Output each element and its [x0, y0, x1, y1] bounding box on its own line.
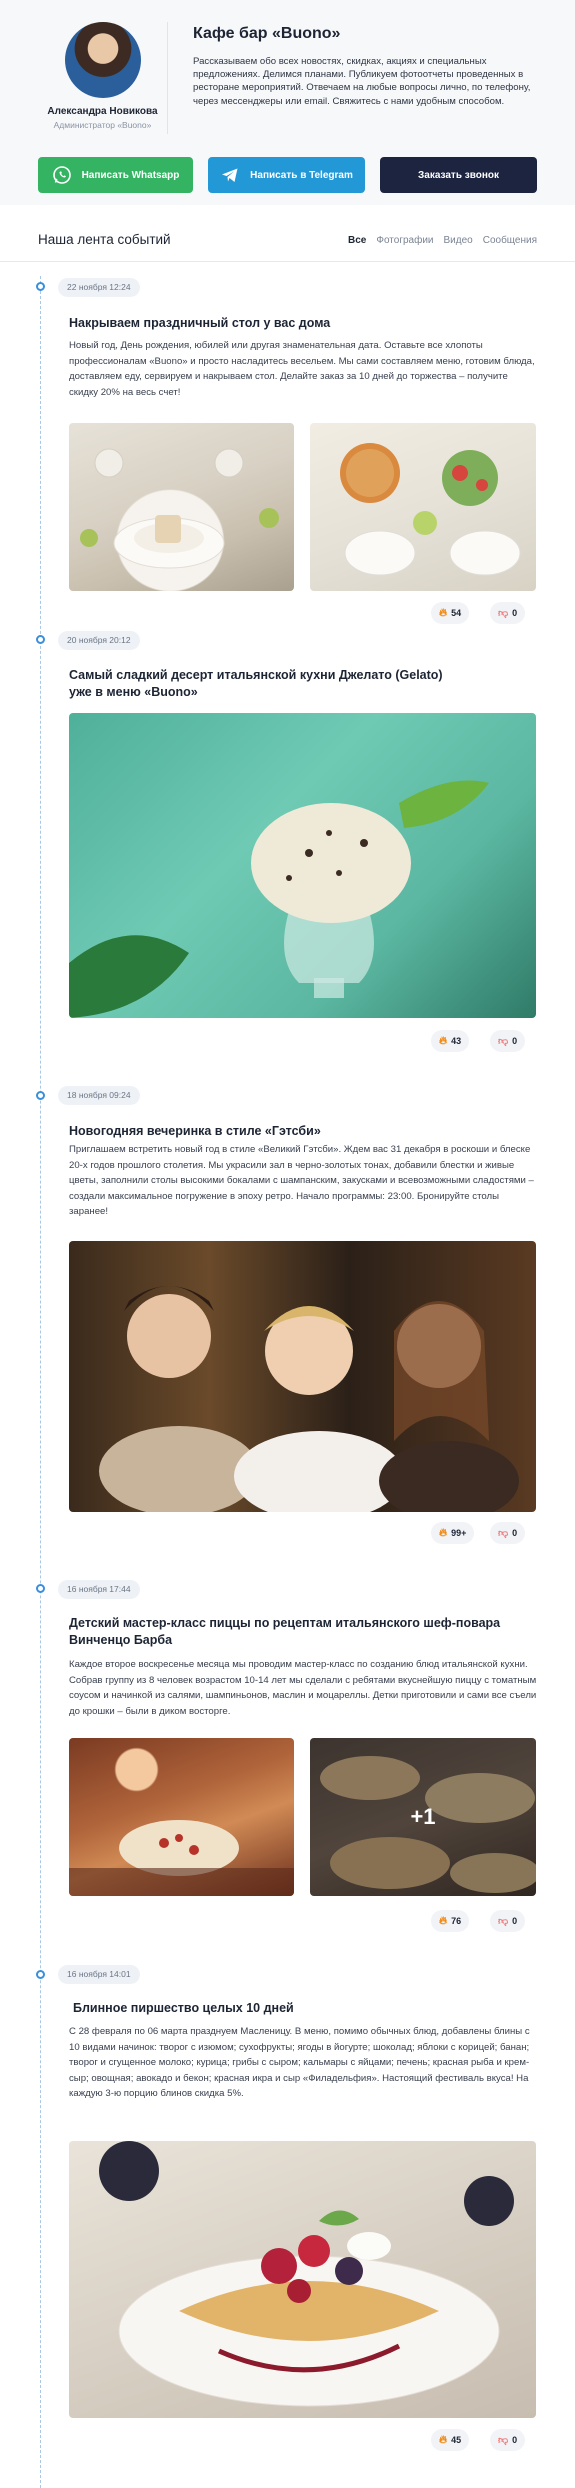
timeline-dot: [36, 635, 45, 644]
thumbs-down-icon: 👎︎: [498, 1036, 509, 1047]
like-button[interactable]: 🔥︎ 45: [431, 2429, 470, 2451]
post-title: Блинное пиршество целых 10 дней: [73, 2001, 294, 2015]
tab-photos[interactable]: Фотографии: [376, 235, 433, 246]
dislike-button[interactable]: 👎︎ 0: [490, 1910, 526, 1932]
fire-icon: 🔥︎: [439, 1914, 448, 1927]
like-button[interactable]: 🔥︎ 99+: [431, 1522, 475, 1544]
whatsapp-icon: [52, 165, 72, 185]
more-photos-overlay[interactable]: +1: [310, 1738, 536, 1896]
post-text: Приглашаем встретить новый год в стиле «…: [69, 1144, 534, 1218]
timeline-dot: [36, 282, 45, 291]
post-photo[interactable]: [69, 1241, 536, 1512]
call-button-label: Заказать звонок: [418, 169, 499, 181]
post-date: 16 ноября 17:44: [58, 1580, 140, 1599]
post-date: 16 ноября 14:01: [58, 1965, 140, 1984]
dislike-count: 0: [512, 1528, 518, 1538]
call-request-button[interactable]: Заказать звонок: [380, 157, 537, 193]
thumbs-down-icon: 👎︎: [498, 608, 509, 619]
whatsapp-button[interactable]: Написать Whatsapp: [38, 157, 193, 193]
like-count: 54: [451, 608, 462, 618]
feed-header: Наша лента событий Все Фотографии Видео …: [0, 222, 575, 262]
admin-profile: Александра Новикова Администратор «Buono…: [30, 22, 175, 130]
thumbs-down-icon: 👎︎: [498, 2435, 509, 2446]
post-date: 18 ноября 09:24: [58, 1086, 140, 1105]
company-info: Кафе бар «Buono» Рассказываем обо всех н…: [193, 25, 538, 108]
dislike-button[interactable]: 👎︎ 0: [490, 1030, 526, 1052]
timeline-dot: [36, 1970, 45, 1979]
tab-messages[interactable]: Сообщения: [483, 235, 537, 246]
telegram-button-label: Написать в Telegram: [250, 169, 353, 181]
whatsapp-button-label: Написать Whatsapp: [81, 169, 180, 181]
post-date: 20 ноября 20:12: [58, 631, 140, 650]
post-text: С 28 февраля по 06 марта празднуем Масле…: [69, 2026, 530, 2100]
post-title: Детский мастер-класс пиццы по рецептам и…: [69, 1616, 501, 1647]
post-photo[interactable]: [69, 713, 536, 1018]
post-text: Новый год, День рождения, юбилей или дру…: [69, 340, 535, 398]
post-photo[interactable]: [69, 423, 294, 591]
dislike-button[interactable]: 👎︎ 0: [490, 1522, 526, 1544]
like-count: 99+: [451, 1528, 467, 1538]
timeline-dot: [36, 1091, 45, 1100]
header-divider: [167, 22, 168, 134]
fire-icon: 🔥︎: [439, 606, 448, 619]
company-title: Кафе бар «Buono»: [193, 25, 341, 42]
tab-video[interactable]: Видео: [444, 235, 473, 246]
post-photo[interactable]: +1: [310, 1738, 536, 1896]
dislike-count: 0: [512, 1036, 518, 1046]
like-count: 76: [451, 1916, 462, 1926]
dislike-count: 0: [512, 1916, 518, 1926]
fire-icon: 🔥︎: [439, 1526, 448, 1539]
admin-name: Александра Новикова: [47, 106, 158, 117]
telegram-button[interactable]: Написать в Telegram: [208, 157, 365, 193]
post-text: Каждое второе воскресенье месяца мы пров…: [69, 1659, 537, 1717]
dislike-button[interactable]: 👎︎ 0: [490, 602, 526, 624]
like-button[interactable]: 🔥︎ 43: [431, 1030, 470, 1052]
tab-all[interactable]: Все: [348, 235, 366, 246]
post-title: Накрываем праздничный стол у вас дома: [69, 316, 331, 330]
dislike-button[interactable]: 👎︎ 0: [490, 2429, 526, 2451]
post-title: Самый сладкий десерт итальянской кухни Д…: [69, 668, 443, 699]
post-date: 22 ноября 12:24: [58, 278, 140, 297]
like-count: 43: [451, 1036, 462, 1046]
post-photo[interactable]: [69, 2141, 536, 2418]
like-count: 45: [451, 2435, 462, 2445]
dislike-count: 0: [512, 608, 518, 618]
post-photo[interactable]: [69, 1738, 294, 1896]
post-photo[interactable]: [310, 423, 536, 591]
thumbs-down-icon: 👎︎: [498, 1528, 509, 1539]
company-description: Рассказываем обо всех новостях, скидках,…: [193, 56, 531, 107]
channel-header: Александра Новикова Администратор «Buono…: [0, 0, 575, 205]
dislike-count: 0: [512, 2435, 518, 2445]
fire-icon: 🔥︎: [439, 2433, 448, 2446]
post-title: Новогодняя вечеринка в стиле «Гэтсби»: [69, 1124, 321, 1138]
timeline-dot: [36, 1584, 45, 1593]
avatar[interactable]: [64, 22, 141, 98]
telegram-icon: [220, 165, 240, 185]
timeline-line: [40, 276, 41, 2488]
feed-title: Наша лента событий: [38, 232, 171, 247]
like-button[interactable]: 🔥︎ 76: [431, 1910, 470, 1932]
thumbs-down-icon: 👎︎: [498, 1916, 509, 1927]
feed-tabs: Все Фотографии Видео Сообщения: [348, 235, 537, 246]
like-button[interactable]: 🔥︎ 54: [431, 602, 470, 624]
fire-icon: 🔥︎: [439, 1034, 448, 1047]
admin-role: Администратор «Buono»: [53, 120, 152, 130]
